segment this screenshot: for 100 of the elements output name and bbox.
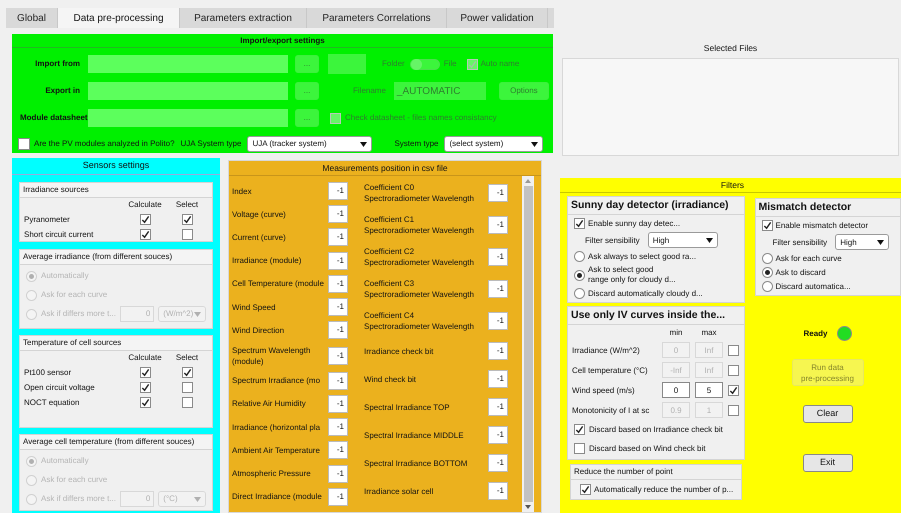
number-field[interactable]: -1 bbox=[328, 372, 348, 390]
tab[interactable]: Data pre-processing bbox=[58, 8, 180, 28]
radio-button[interactable] bbox=[762, 253, 772, 264]
path-field[interactable] bbox=[88, 109, 288, 127]
field-label: Relative Air Humidity bbox=[232, 398, 307, 410]
number-field[interactable]: -1 bbox=[328, 488, 348, 506]
group-title: Irradiance sources bbox=[20, 183, 212, 198]
checkbox[interactable] bbox=[182, 229, 192, 240]
checkbox[interactable] bbox=[728, 404, 739, 416]
number-field[interactable]: -1 bbox=[328, 394, 348, 413]
group-title: Temperature of cell sources bbox=[20, 336, 212, 351]
clear-button[interactable]: Clear bbox=[802, 405, 852, 423]
field-label: Spectral Irradiance MIDDLE bbox=[364, 430, 465, 440]
number-field[interactable]: -1 bbox=[328, 298, 348, 316]
group-title: Average irradiance (from different souces) bbox=[20, 250, 212, 265]
radio-button[interactable] bbox=[762, 281, 772, 292]
checkbox[interactable] bbox=[140, 382, 150, 393]
radio-button[interactable] bbox=[762, 267, 772, 278]
field-label: Irradiance solar cell bbox=[364, 486, 434, 496]
text-field[interactable] bbox=[328, 54, 366, 74]
number-field[interactable]: -1 bbox=[488, 280, 508, 298]
exit-button[interactable]: Exit bbox=[802, 454, 852, 472]
number-field[interactable]: -1 bbox=[328, 182, 348, 200]
number-field[interactable]: -1 bbox=[328, 346, 348, 365]
checkbox[interactable] bbox=[728, 364, 739, 376]
number-field[interactable]: -1 bbox=[328, 441, 348, 460]
number-field[interactable]: -1 bbox=[488, 312, 508, 330]
number-field[interactable]: -1 bbox=[488, 216, 508, 234]
number-field[interactable]: 0 bbox=[662, 382, 690, 398]
tab[interactable]: Parameters extraction bbox=[180, 8, 307, 28]
number-field[interactable]: -1 bbox=[328, 418, 348, 436]
radio-button[interactable] bbox=[574, 288, 585, 299]
row-label: Open circuit voltage bbox=[24, 382, 96, 393]
field-label: Filter sensibility bbox=[585, 234, 640, 246]
radio-button[interactable] bbox=[574, 251, 585, 262]
caret-icon bbox=[194, 496, 201, 502]
checkbox[interactable] bbox=[574, 424, 585, 435]
toggle-label: Folder bbox=[382, 58, 405, 70]
row-label: Irradiance (W/m^2) bbox=[572, 344, 641, 356]
row-label: Pyranometer bbox=[24, 214, 71, 225]
checkbox[interactable] bbox=[182, 382, 192, 393]
caret-icon bbox=[877, 240, 884, 244]
row-label: Wind speed (m/s) bbox=[572, 384, 636, 396]
checkbox[interactable] bbox=[140, 229, 150, 240]
number-field[interactable]: -1 bbox=[328, 464, 348, 483]
number-field[interactable]: 5 bbox=[695, 382, 723, 398]
checkbox-label: Discard based on Irradiance check bit bbox=[589, 424, 723, 435]
number-field[interactable]: -1 bbox=[488, 342, 508, 360]
number-field[interactable]: -1 bbox=[488, 398, 508, 416]
number-field[interactable]: -1 bbox=[328, 205, 348, 224]
row-label: Short circuit current bbox=[24, 229, 94, 240]
checkbox[interactable] bbox=[728, 384, 739, 396]
checkbox[interactable] bbox=[574, 443, 585, 454]
checkbox[interactable] bbox=[182, 214, 192, 225]
path-field[interactable] bbox=[88, 55, 288, 73]
number-field[interactable]: -1 bbox=[328, 321, 348, 340]
checkbox[interactable] bbox=[140, 397, 150, 408]
checkbox[interactable] bbox=[182, 397, 192, 408]
scrollbar-thumb[interactable] bbox=[524, 186, 532, 502]
checkbox[interactable] bbox=[580, 484, 591, 495]
checkbox[interactable] bbox=[728, 344, 739, 356]
number-field[interactable]: -1 bbox=[488, 426, 508, 444]
tab[interactable]: Power validation bbox=[447, 8, 548, 28]
number-field[interactable]: -1 bbox=[488, 370, 508, 388]
number-field[interactable]: -1 bbox=[488, 482, 508, 500]
field-label: Current (curve) bbox=[232, 232, 287, 243]
radio-label: Ask if differs more t... bbox=[41, 308, 116, 320]
field-label: Coefficient C0 Spectroradiometer Wavelength bbox=[364, 182, 475, 204]
checkbox-label: Enable mismatch detector bbox=[776, 220, 868, 231]
radio-label: Automatically bbox=[41, 270, 89, 282]
toggle-label: File bbox=[444, 58, 457, 70]
dropdown[interactable]: High bbox=[835, 234, 890, 250]
dropdown[interactable]: (select system) bbox=[444, 136, 544, 152]
field-label: Spectrum Wavelength (module) bbox=[232, 344, 312, 367]
filename-field[interactable]: _AUTOMATIC bbox=[394, 82, 486, 100]
path-field[interactable] bbox=[88, 82, 288, 100]
tab[interactable]: Global bbox=[6, 8, 58, 28]
scrollbar[interactable] bbox=[522, 176, 534, 512]
checkbox[interactable] bbox=[182, 367, 192, 378]
field-label: Import from bbox=[34, 58, 81, 70]
radio-label: Automatically bbox=[41, 455, 89, 467]
tab[interactable]: Parameters Correlations bbox=[307, 8, 447, 28]
number-field[interactable]: -1 bbox=[328, 252, 348, 270]
checkbox[interactable] bbox=[574, 218, 585, 229]
checkbox[interactable] bbox=[140, 214, 150, 225]
panel-title: Filters bbox=[560, 178, 901, 193]
checkbox[interactable] bbox=[140, 367, 150, 378]
number-field[interactable]: -1 bbox=[328, 228, 348, 246]
field-label: Wind check bit bbox=[364, 374, 418, 384]
group-title: Reduce the number of point bbox=[571, 465, 741, 480]
caret-icon bbox=[531, 142, 538, 146]
radio-button[interactable] bbox=[574, 270, 585, 280]
checkbox[interactable] bbox=[762, 220, 772, 231]
checkbox[interactable] bbox=[18, 138, 30, 150]
number-field[interactable]: -1 bbox=[488, 454, 508, 472]
number-field[interactable]: -1 bbox=[488, 248, 508, 266]
dropdown[interactable]: UJA (tracker system) bbox=[247, 136, 372, 152]
number-field[interactable]: -1 bbox=[328, 274, 348, 293]
dropdown[interactable]: High bbox=[648, 232, 718, 248]
number-field[interactable]: -1 bbox=[488, 184, 508, 202]
